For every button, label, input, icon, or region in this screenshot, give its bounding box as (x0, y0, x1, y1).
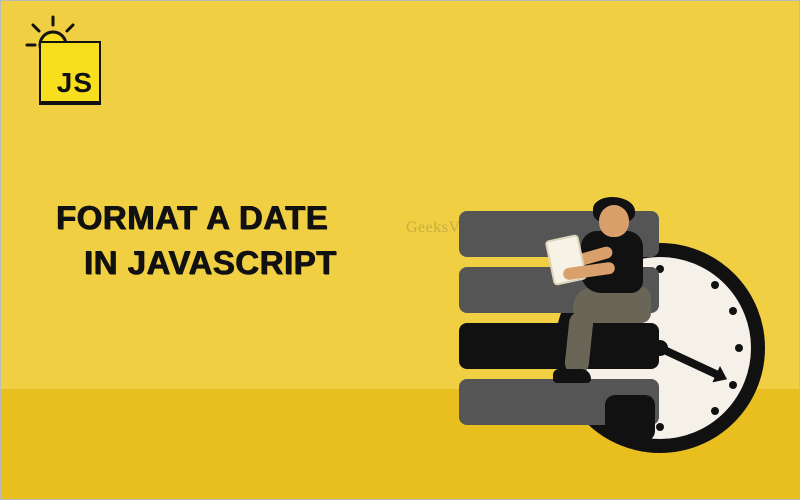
person-foot (553, 369, 591, 383)
clock-mark (711, 281, 719, 289)
headline: Format a Date in JavaScript (56, 196, 337, 285)
stool (605, 395, 655, 441)
person-calf (564, 310, 595, 376)
headline-line-2: in JavaScript (56, 241, 337, 286)
clock-mark (729, 307, 737, 315)
headline-line-1: Format a Date (56, 196, 337, 241)
illustration-group (399, 99, 759, 439)
clock-mark (729, 381, 737, 389)
js-logo-badge: JS (39, 41, 101, 103)
person-reading-tablet (539, 187, 679, 397)
js-logo-text: JS (57, 67, 93, 99)
thumbnail-canvas: JS Format a Date in JavaScript GeeksVeda (0, 0, 800, 500)
person-head (599, 205, 629, 237)
clock-mark (711, 407, 719, 415)
clock-mark (735, 344, 743, 352)
